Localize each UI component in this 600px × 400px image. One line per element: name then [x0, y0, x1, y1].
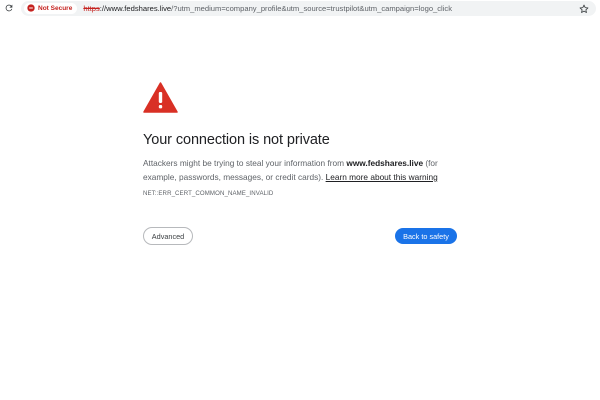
url-text[interactable]: https://www.fedshares.live/?utm_medium=c… [83, 4, 452, 13]
error-code: NET::ERR_CERT_COMMON_NAME_INVALID [143, 190, 274, 197]
address-bar[interactable]: Not Secure https://www.fedshares.live/?u… [21, 1, 596, 16]
security-chip[interactable]: Not Secure [24, 3, 78, 14]
warning-triangle-icon [143, 82, 178, 113]
learn-more-link[interactable]: Learn more about this warning [326, 172, 438, 182]
description-prefix: Attackers might be trying to steal your … [143, 158, 347, 168]
back-to-safety-button[interactable]: Back to safety [395, 228, 457, 244]
browser-toolbar: Not Secure https://www.fedshares.live/?u… [0, 0, 600, 17]
security-chip-label: Not Secure [38, 5, 73, 12]
reload-icon[interactable] [3, 2, 15, 14]
page-title: Your connection is not private [143, 132, 330, 148]
url-host: ://www.fedshares.live [99, 4, 172, 13]
star-icon[interactable] [578, 3, 589, 14]
warning-circle-icon [27, 3, 35, 14]
url-scheme: https [83, 4, 100, 13]
warning-description: Attackers might be trying to steal your … [143, 156, 463, 184]
url-rest: /?utm_medium=company_profile&utm_source=… [171, 4, 453, 13]
description-domain: www.fedshares.live [346, 158, 424, 168]
advanced-button[interactable]: Advanced [143, 227, 193, 245]
